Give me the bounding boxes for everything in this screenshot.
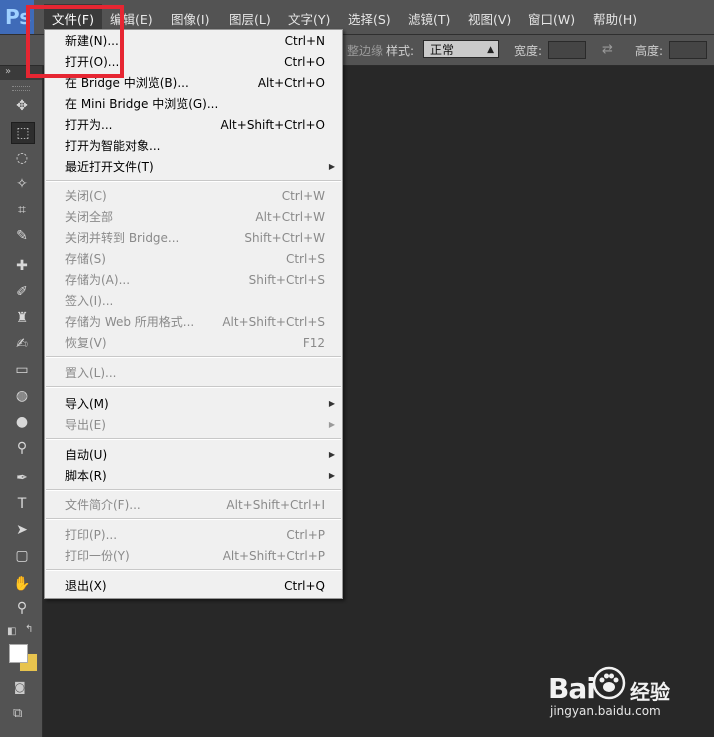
menu-separator (46, 438, 341, 440)
menu-item-recent-files[interactable]: 最近打开文件(T) ▶ (45, 157, 342, 177)
menu-separator (46, 386, 341, 388)
menu-item-save-for-web: 存储为 Web 所用格式... Alt+Shift+Ctrl+S (65, 315, 325, 329)
menu-filter[interactable]: 滤镜(T) (408, 9, 450, 28)
eyedropper-icon[interactable]: ✎ (11, 226, 33, 246)
watermark-brand: Bai (548, 672, 596, 705)
menu-separator (46, 180, 341, 182)
menu-item-browse-mini-bridge[interactable]: 在 Mini Bridge 中浏览(G)... (45, 94, 342, 114)
menu-window[interactable]: 窗口(W) (528, 9, 575, 28)
menu-item-close-all: 关闭全部 Alt+Ctrl+W (65, 210, 325, 224)
highlight-annotation-box (26, 5, 124, 78)
path-select-icon[interactable]: ➤ (11, 520, 33, 540)
type-tool-icon[interactable]: T (11, 494, 33, 514)
swap-icon[interactable]: ⇄ (602, 42, 613, 57)
submenu-arrow-icon: ▶ (328, 420, 335, 429)
swap-colors-icon[interactable]: ↰ (25, 624, 33, 635)
brush-tool-icon[interactable]: ✐ (11, 282, 33, 302)
menu-item-check-in: 签入(I)... (65, 294, 114, 308)
default-colors-icon[interactable]: ◧ (7, 626, 16, 637)
clone-stamp-icon[interactable]: ♜ (11, 308, 33, 328)
shape-tool-icon[interactable]: ▢ (11, 546, 33, 566)
menu-item-open-smart-object[interactable]: 打开为智能对象... (45, 136, 342, 156)
watermark-url: jingyan.baidu.com (550, 704, 661, 718)
submenu-arrow-icon: ▶ (328, 450, 335, 459)
grip[interactable] (12, 86, 30, 91)
menu-item-place: 置入(L)... (65, 366, 117, 380)
menu-help[interactable]: 帮助(H) (593, 9, 637, 28)
menu-separator (46, 356, 341, 358)
baidu-watermark: Bai 经验 jingyan.baidu.com (548, 664, 708, 724)
paint-bucket-icon[interactable]: ◍ (11, 386, 33, 406)
hand-tool-icon[interactable]: ✋ (11, 574, 33, 594)
move-tool-icon[interactable]: ✥ (11, 96, 33, 116)
collapse-icon: » (5, 66, 12, 77)
menu-separator (46, 489, 341, 491)
submenu-arrow-icon: ▶ (328, 471, 335, 480)
menu-item-import[interactable]: 导入(M) ▶ (45, 394, 342, 414)
menu-item-export: 导出(E) ▶ (45, 415, 342, 435)
menu-type[interactable]: 文字(Y) (288, 9, 330, 28)
width-label: 宽度: (514, 44, 543, 58)
eraser-tool-icon[interactable]: ▭ (11, 360, 33, 380)
menu-item-file-info: 文件简介(F)... Alt+Shift+Ctrl+I (65, 498, 325, 512)
history-brush-icon[interactable]: ✍ (11, 334, 33, 354)
style-label: 样式: (386, 44, 415, 58)
style-select[interactable]: 正常 ▲ (423, 40, 499, 58)
menu-image[interactable]: 图像(I) (171, 9, 209, 28)
watermark-brand-cn: 经验 (630, 680, 670, 704)
zoom-tool-icon[interactable]: ⚲ (11, 598, 33, 618)
blur-tool-icon[interactable]: ● (11, 412, 33, 432)
lasso-tool-icon[interactable]: ◌ (11, 148, 33, 168)
menu-item-open-as[interactable]: 打开为... Alt+Shift+Ctrl+O (45, 115, 342, 135)
menu-separator (46, 569, 341, 571)
menu-item-exit[interactable]: 退出(X) Ctrl+Q (45, 576, 342, 596)
quick-mask-icon[interactable]: ◙ (14, 680, 26, 694)
dodge-tool-icon[interactable]: ⚲ (11, 438, 33, 458)
menu-item-scripts[interactable]: 脚本(R) ▶ (45, 466, 342, 486)
file-menu-dropdown: 新建(N)... Ctrl+N 打开(O)... Ctrl+O 在 Bridge 中… (44, 29, 343, 599)
menu-item-close: 关闭(C) Ctrl+W (65, 189, 325, 203)
crop-tool-icon[interactable]: ⌗ (11, 200, 33, 220)
updown-arrow-icon: ▲ (487, 45, 494, 55)
submenu-arrow-icon: ▶ (328, 399, 335, 408)
menu-item-save: 存储(S) Ctrl+S (65, 252, 325, 266)
marquee-tool-icon[interactable]: ⬚ (11, 122, 35, 144)
screen-mode-icon[interactable]: ⧉ (13, 706, 22, 721)
healing-brush-icon[interactable]: ✚ (11, 256, 33, 276)
menu-layer[interactable]: 图层(L) (229, 9, 271, 28)
magic-wand-icon[interactable]: ✧ (11, 174, 33, 194)
menu-item-save-as: 存储为(A)... Shift+Ctrl+S (65, 273, 325, 287)
menu-item-print: 打印(P)... Ctrl+P (65, 528, 325, 542)
height-input[interactable] (669, 41, 707, 59)
paw-icon (592, 666, 626, 700)
menu-item-close-go-bridge: 关闭并转到 Bridge... Shift+Ctrl+W (65, 231, 325, 245)
width-input[interactable] (548, 41, 586, 59)
menu-separator (46, 518, 341, 520)
submenu-arrow-icon: ▶ (328, 162, 335, 171)
foreground-color-swatch[interactable] (9, 644, 28, 663)
menu-item-automate[interactable]: 自动(U) ▶ (45, 445, 342, 465)
pen-tool-icon[interactable]: ✒ (11, 468, 33, 488)
menu-select[interactable]: 选择(S) (348, 9, 391, 28)
toolbox: » ✥ ⬚ ◌ ✧ ⌗ ✎ ✚ ✐ ♜ ✍ ▭ ◍ ● ⚲ ✒ T ➤ ▢ ✋ … (0, 66, 43, 737)
menu-item-print-one-copy: 打印一份(Y) Alt+Shift+Ctrl+P (65, 549, 325, 563)
menu-item-revert: 恢复(V) F12 (65, 336, 325, 350)
menu-view[interactable]: 视图(V) (468, 9, 511, 28)
height-label: 高度: (635, 44, 664, 58)
